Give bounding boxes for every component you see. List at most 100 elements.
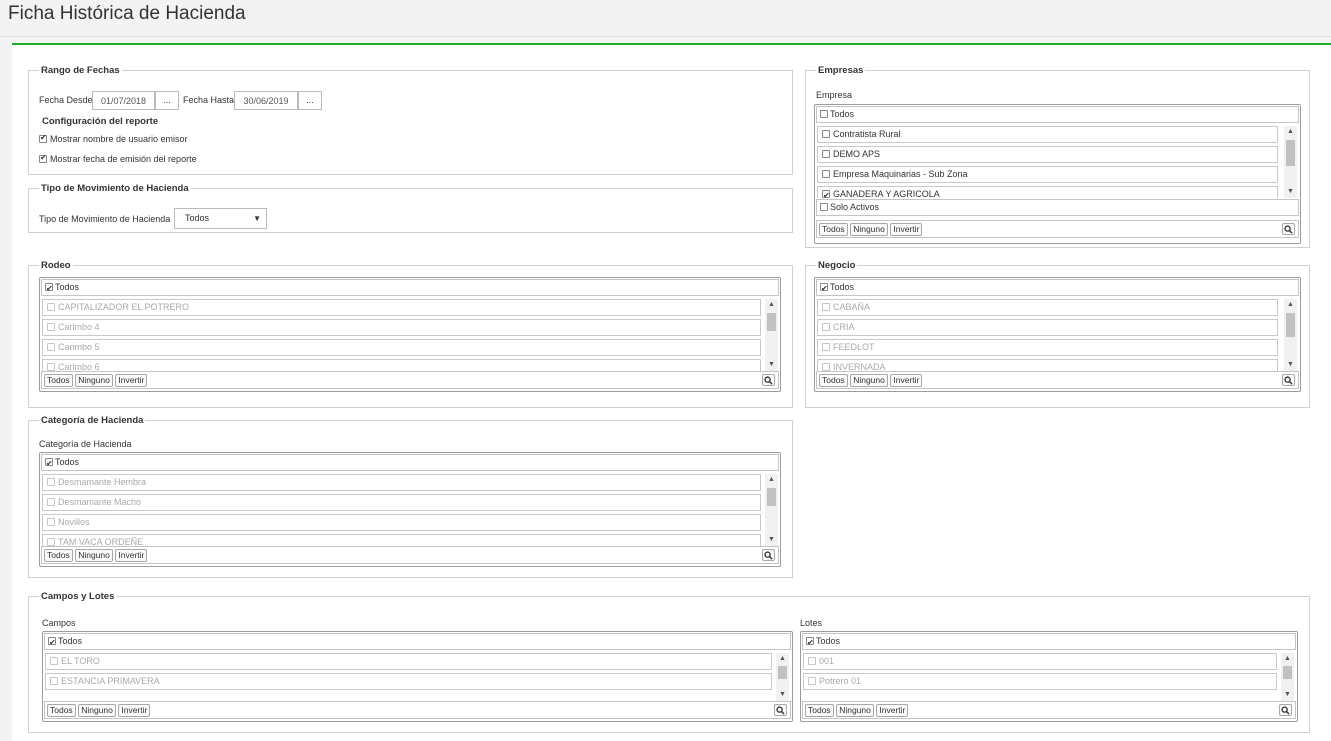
invert-selection-button[interactable]: Invertir <box>890 374 923 387</box>
fecha-hasta-input[interactable] <box>234 91 298 110</box>
item-checkbox[interactable] <box>808 656 816 665</box>
campos-all-checkbox[interactable] <box>48 635 56 650</box>
negocio-item[interactable]: CABAÑA <box>817 299 1278 316</box>
lotes-all-option[interactable]: Todos <box>802 633 1296 650</box>
campo-item[interactable]: ESTANCIA PRIMAVERA <box>45 673 772 690</box>
scroll-down-icon[interactable]: ▼ <box>776 689 789 701</box>
item-checkbox[interactable] <box>47 322 55 331</box>
item-checkbox[interactable] <box>822 188 830 198</box>
campos-scrollbar[interactable]: ▲ ▼ <box>776 653 789 701</box>
categoria-item[interactable]: Desmamante Hembra <box>42 474 761 491</box>
lotes-scrollbar[interactable]: ▲ ▼ <box>1281 653 1294 701</box>
scroll-up-icon[interactable]: ▲ <box>765 474 778 486</box>
select-none-button[interactable]: Ninguno <box>75 549 113 562</box>
fecha-desde-input[interactable] <box>92 91 155 110</box>
search-icon[interactable] <box>1279 704 1292 716</box>
opt-fecha-checkbox[interactable] <box>39 153 47 163</box>
solo-activos-option[interactable]: Solo Activos <box>816 199 1299 216</box>
rodeo-item[interactable]: Carimbo 6 <box>42 359 761 371</box>
rodeo-item[interactable]: Carimbo 4 <box>42 319 761 336</box>
search-icon[interactable] <box>774 704 787 716</box>
select-none-button[interactable]: Ninguno <box>78 704 116 717</box>
item-checkbox[interactable] <box>47 302 55 311</box>
categoria-all-checkbox[interactable] <box>45 456 53 471</box>
item-checkbox[interactable] <box>822 169 830 178</box>
select-none-button[interactable]: Ninguno <box>850 374 888 387</box>
categoria-item[interactable]: Novillos <box>42 514 761 531</box>
categoria-item[interactable]: TAM VACA ORDEÑE <box>42 534 761 546</box>
empresa-item[interactable]: Empresa Maquinarias - Sub Zona <box>817 166 1278 183</box>
scroll-thumb[interactable] <box>1286 140 1295 166</box>
rodeo-item[interactable]: CAPITALIZADOR EL POTRERO <box>42 299 761 316</box>
item-checkbox[interactable] <box>822 302 830 311</box>
solo-activos-checkbox[interactable] <box>820 202 828 211</box>
rodeo-item[interactable]: Carimbo 5 <box>42 339 761 356</box>
scroll-up-icon[interactable]: ▲ <box>1284 126 1297 138</box>
select-all-button[interactable]: Todos <box>819 374 848 387</box>
select-all-button[interactable]: Todos <box>44 549 73 562</box>
scroll-thumb[interactable] <box>1286 313 1295 337</box>
negocio-item[interactable]: CRIA <box>817 319 1278 336</box>
negocio-all-checkbox[interactable] <box>820 281 828 296</box>
item-checkbox[interactable] <box>822 362 830 371</box>
item-checkbox[interactable] <box>47 342 55 351</box>
item-checkbox[interactable] <box>822 342 830 351</box>
scroll-down-icon[interactable]: ▼ <box>765 534 778 546</box>
lote-item[interactable]: Potrero 01 <box>803 673 1277 690</box>
fecha-desde-picker-button[interactable]: ... <box>155 91 179 110</box>
select-none-button[interactable]: Ninguno <box>75 374 113 387</box>
negocio-all-option[interactable]: Todos <box>816 279 1299 296</box>
empresa-scrollbar[interactable]: ▲ ▼ <box>1284 126 1297 198</box>
categoria-item[interactable]: Desmamante Macho <box>42 494 761 511</box>
scroll-down-icon[interactable]: ▼ <box>1284 359 1297 371</box>
empresa-item[interactable]: GANADERA Y AGRICOLA <box>817 186 1278 198</box>
scroll-thumb[interactable] <box>1283 666 1292 679</box>
tipo-movimiento-select[interactable]: Todos ▼ <box>174 208 267 229</box>
scroll-up-icon[interactable]: ▲ <box>765 299 778 311</box>
empresa-item[interactable]: DEMO APS <box>817 146 1278 163</box>
empresa-all-checkbox[interactable] <box>820 109 828 118</box>
scroll-up-icon[interactable]: ▲ <box>776 653 789 665</box>
empresa-item[interactable]: Contratista Rural <box>817 126 1278 143</box>
categoria-scrollbar[interactable]: ▲ ▼ <box>765 474 778 546</box>
item-checkbox[interactable] <box>50 676 58 685</box>
opt-usuario-checkbox[interactable] <box>39 133 47 143</box>
scroll-down-icon[interactable]: ▼ <box>1284 186 1297 198</box>
rodeo-scrollbar[interactable]: ▲ ▼ <box>765 299 778 371</box>
item-checkbox[interactable] <box>822 149 830 158</box>
rodeo-all-option[interactable]: Todos <box>41 279 779 296</box>
item-checkbox[interactable] <box>47 537 55 546</box>
lote-item[interactable]: 001 <box>803 653 1277 670</box>
scroll-up-icon[interactable]: ▲ <box>1284 299 1297 311</box>
select-none-button[interactable]: Ninguno <box>836 704 874 717</box>
scroll-thumb[interactable] <box>767 313 776 331</box>
campos-all-option[interactable]: Todos <box>44 633 791 650</box>
rodeo-all-checkbox[interactable] <box>45 281 53 296</box>
item-checkbox[interactable] <box>822 129 830 138</box>
select-all-button[interactable]: Todos <box>805 704 834 717</box>
select-all-button[interactable]: Todos <box>819 223 848 236</box>
opt-usuario-row[interactable]: Mostrar nombre de usuario emisor <box>39 133 188 144</box>
invert-selection-button[interactable]: Invertir <box>115 374 148 387</box>
empresa-all-option[interactable]: Todos <box>816 106 1299 123</box>
invert-selection-button[interactable]: Invertir <box>115 549 148 562</box>
item-checkbox[interactable] <box>808 676 816 685</box>
negocio-scrollbar[interactable]: ▲ ▼ <box>1284 299 1297 371</box>
negocio-item[interactable]: INVERNADA <box>817 359 1278 371</box>
lotes-all-checkbox[interactable] <box>806 635 814 650</box>
scroll-down-icon[interactable]: ▼ <box>1281 689 1294 701</box>
select-all-button[interactable]: Todos <box>44 374 73 387</box>
search-icon[interactable] <box>1282 223 1295 235</box>
select-none-button[interactable]: Ninguno <box>850 223 888 236</box>
invert-selection-button[interactable]: Invertir <box>118 704 151 717</box>
invert-selection-button[interactable]: Invertir <box>876 704 909 717</box>
item-checkbox[interactable] <box>47 517 55 526</box>
search-icon[interactable] <box>762 374 775 386</box>
search-icon[interactable] <box>762 549 775 561</box>
select-all-button[interactable]: Todos <box>47 704 76 717</box>
opt-fecha-row[interactable]: Mostrar fecha de emisión del reporte <box>39 153 197 164</box>
campo-item[interactable]: EL TORO <box>45 653 772 670</box>
item-checkbox[interactable] <box>47 477 55 486</box>
scroll-thumb[interactable] <box>767 488 776 506</box>
negocio-item[interactable]: FEEDLOT <box>817 339 1278 356</box>
